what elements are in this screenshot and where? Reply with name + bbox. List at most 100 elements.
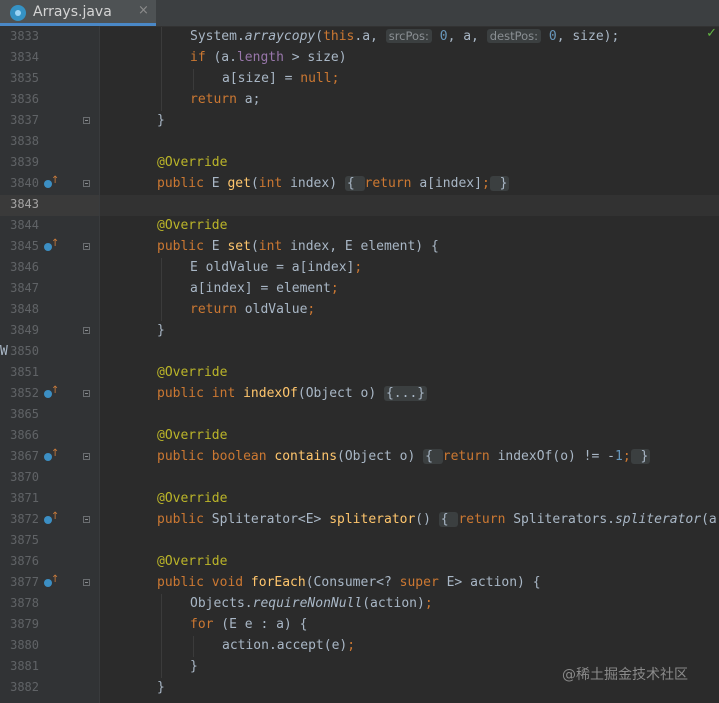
- close-icon[interactable]: ×: [138, 3, 149, 18]
- code-token: @Override: [157, 155, 228, 170]
- code-line[interactable]: 3837}: [0, 111, 719, 132]
- code-line[interactable]: 3850: [0, 342, 719, 363]
- tab-arrays-java[interactable]: Arrays.java ×: [0, 0, 156, 26]
- line-number: 3836: [10, 92, 39, 106]
- code-line[interactable]: 3846 E oldValue = a[index];: [0, 258, 719, 279]
- code-line[interactable]: 3835 a[size] = null;: [0, 69, 719, 90]
- code-line[interactable]: 3877 ↑ public void forEach(Consumer<? supe…: [0, 573, 719, 594]
- code-line[interactable]: 3880 action.accept(e);: [0, 636, 719, 657]
- line-number: 3882: [10, 680, 39, 694]
- line-number: 3877: [10, 575, 39, 589]
- fold-toggle-icon[interactable]: [83, 516, 90, 523]
- overrides-method-icon[interactable]: ↑: [44, 238, 60, 253]
- fold-toggle-icon[interactable]: [83, 327, 90, 334]
- folded-region[interactable]: }: [489, 176, 510, 191]
- code-line[interactable]: 3872 ↑ public Spliterator<E> spliterator()…: [0, 510, 719, 531]
- line-number: 3844: [10, 218, 39, 232]
- code-line[interactable]: 3845 ↑ public E set(int index, E element) …: [0, 237, 719, 258]
- code-line[interactable]: 3871 @Override: [0, 489, 719, 510]
- line-number: 3872: [10, 512, 39, 526]
- folded-region[interactable]: {: [344, 176, 365, 191]
- code-token: action.accept(e): [222, 638, 348, 653]
- code-text: public E set(int index, E element) {: [157, 239, 439, 254]
- code-token: get: [227, 176, 251, 191]
- code-line[interactable]: 3836 return a;: [0, 90, 719, 111]
- code-token: (Object o): [337, 449, 424, 464]
- code-line[interactable]: 3847 a[index] = element;: [0, 279, 719, 300]
- overrides-method-icon[interactable]: ↑: [44, 385, 59, 400]
- java-class-icon: [10, 5, 26, 21]
- code-token: spliterator: [329, 512, 416, 527]
- code-token: @Override: [157, 554, 228, 569]
- code-text: public int indexOf(Object o) {...}: [157, 386, 428, 401]
- code-token: Spliterator<E>: [211, 512, 330, 527]
- code-line[interactable]: 3852 ↑ public int indexOf(Object o) {...}: [0, 384, 719, 405]
- code-token: requireNonNull: [252, 596, 363, 611]
- code-text: action.accept(e);: [222, 638, 355, 653]
- code-line[interactable]: 3875: [0, 531, 719, 552]
- indent-guide: [161, 300, 162, 321]
- indent-guide: [161, 90, 162, 111]
- indent-guide: [161, 657, 162, 678]
- indent-guide: [161, 69, 162, 90]
- code-line[interactable]: 3866 @Override: [0, 426, 719, 447]
- code-token: public: [157, 239, 212, 254]
- up-arrow-icon: ↑: [51, 238, 60, 249]
- code-line[interactable]: 3848 return oldValue;: [0, 300, 719, 321]
- code-line[interactable]: 3878 Objects.requireNonNull(action);: [0, 594, 719, 615]
- code-token: }: [157, 113, 165, 128]
- overrides-method-icon[interactable]: ↑: [44, 574, 59, 589]
- code-token: this: [323, 29, 355, 44]
- code-line[interactable]: 3844 @Override: [0, 216, 719, 237]
- code-text: public Spliterator<E> spliterator() { re…: [157, 512, 717, 527]
- code-line[interactable]: 3838: [0, 132, 719, 153]
- code-line[interactable]: 3876 @Override: [0, 552, 719, 573]
- code-token: E: [211, 176, 228, 191]
- code-token: return: [190, 92, 237, 107]
- fold-toggle-icon[interactable]: [83, 180, 90, 187]
- code-line[interactable]: 3840 ↑ public E get(int index) { return a[…: [0, 174, 719, 195]
- folded-region[interactable]: {: [438, 512, 459, 527]
- code-token: int: [258, 176, 283, 191]
- code-line[interactable]: 3851 @Override: [0, 363, 719, 384]
- indent-guide: [193, 636, 194, 657]
- code-line[interactable]: 3865: [0, 405, 719, 426]
- fold-toggle-icon[interactable]: [83, 390, 90, 397]
- code-token: forEach: [250, 575, 306, 590]
- up-arrow-icon: ↑: [51, 448, 60, 459]
- line-number: 3849: [10, 323, 39, 337]
- folded-region[interactable]: {: [423, 449, 443, 464]
- code-line[interactable]: 3870: [0, 468, 719, 489]
- code-token: spliterator: [614, 512, 702, 527]
- code-token: set: [227, 239, 251, 254]
- line-number: 3835: [10, 71, 39, 85]
- indent-guide: [161, 594, 162, 615]
- fold-toggle-icon[interactable]: [83, 117, 90, 124]
- code-line[interactable]: 3879 for (E e : a) {: [0, 615, 719, 636]
- fold-toggle-icon[interactable]: [83, 453, 90, 460]
- line-number: 3870: [10, 470, 39, 484]
- fold-toggle-icon[interactable]: [83, 579, 90, 586]
- code-token: return: [458, 512, 506, 527]
- overrides-method-icon[interactable]: ↑: [44, 511, 59, 526]
- code-token: (a.: [205, 50, 237, 65]
- code-line[interactable]: 3839 @Override: [0, 153, 719, 174]
- code-line[interactable]: 3849}: [0, 321, 719, 342]
- folded-region[interactable]: }: [630, 449, 651, 464]
- code-token: contains: [274, 449, 338, 464]
- code-text: }: [190, 659, 198, 674]
- line-number: 3871: [10, 491, 39, 505]
- overrides-method-icon[interactable]: ↑: [44, 448, 60, 463]
- code-token: a;: [236, 92, 261, 107]
- code-line[interactable]: 3843: [0, 195, 719, 216]
- code-line[interactable]: 3867 ↑ public boolean contains(Object o) {…: [0, 447, 719, 468]
- fold-toggle-icon[interactable]: [83, 243, 90, 250]
- code-text: @Override: [157, 491, 227, 506]
- folded-region[interactable]: {...}: [383, 386, 428, 401]
- overrides-method-icon[interactable]: ↑: [44, 175, 59, 190]
- code-token: 1: [614, 449, 623, 464]
- code-token: E: [211, 239, 228, 254]
- code-line[interactable]: 3834 if (a.length > size): [0, 48, 719, 69]
- code-line[interactable]: 3833 System.arraycopy(this.a, srcPos: 0, …: [0, 27, 719, 48]
